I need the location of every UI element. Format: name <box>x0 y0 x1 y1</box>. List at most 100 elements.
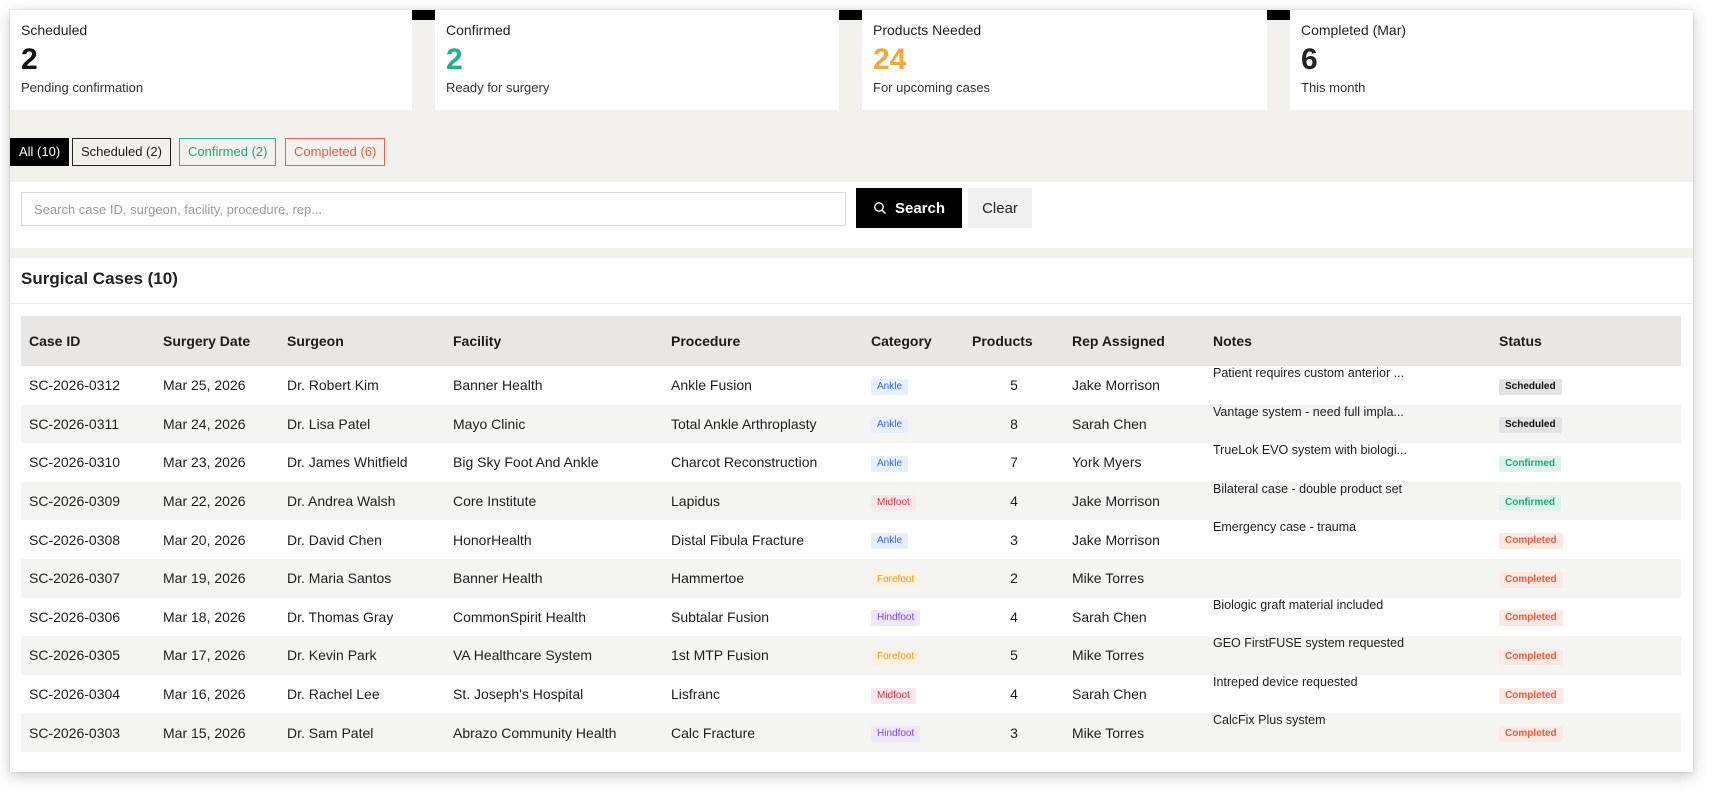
rep-cell: York Myers <box>1072 454 1142 471</box>
facility-cell: CommonSpirit Health <box>453 608 587 625</box>
category-badge: Hindfoot <box>871 610 921 627</box>
table-row[interactable]: SC-2026-0303 Mar 15, 2026 Dr. Sam Patel Abr… <box>21 713 1681 752</box>
table-row[interactable]: SC-2026-0308 Mar 20, 2026 Dr. David Chen Ho… <box>21 520 1681 559</box>
surgeon-cell: Dr. Sam Patel <box>279 713 445 752</box>
column-header-procedure[interactable]: Procedure <box>663 316 863 366</box>
category-badge: Hindfoot <box>871 726 921 743</box>
products-cell: 3 <box>1010 531 1018 548</box>
panel-title: Surgical Cases (10) <box>21 269 178 288</box>
category-cell: Forefoot <box>863 558 964 598</box>
facility-cell: St. Joseph's Hospital <box>453 686 584 703</box>
status-cell: Completed <box>1491 598 1681 637</box>
status-cell: Scheduled <box>1491 366 1681 405</box>
procedure-cell: Lisfranc <box>671 686 721 703</box>
clear-button[interactable]: Clear <box>968 188 1032 228</box>
notes-cell: Emergency case - trauma <box>1213 520 1357 535</box>
status-badge: Scheduled <box>1499 417 1562 434</box>
category-cell: Forefoot <box>863 636 964 675</box>
procedure-cell: Lapidus <box>663 481 863 521</box>
column-header-surgery-date[interactable]: Surgery Date <box>155 316 279 366</box>
stat-value: 24 <box>873 43 907 76</box>
stat-value: 2 <box>446 43 463 76</box>
table-row[interactable]: SC-2026-0304 Mar 16, 2026 Dr. Rachel Lee St… <box>21 675 1681 714</box>
status-cell: Completed <box>1491 520 1681 559</box>
stat-card-completed: Completed (Mar) 6 This month <box>1290 10 1693 110</box>
column-header-surgeon[interactable]: Surgeon <box>279 316 445 366</box>
surgery-date-cell: Mar 22, 2026 <box>155 481 279 521</box>
column-header-case-id[interactable]: Case ID <box>21 316 155 366</box>
table-row[interactable]: SC-2026-0305 Mar 17, 2026 Dr. Kevin Park VA… <box>21 636 1681 675</box>
category-badge: Ankle <box>871 417 909 434</box>
search-button[interactable]: Search <box>856 188 962 228</box>
facility-cell: Core Institute <box>445 481 663 521</box>
table-row[interactable]: SC-2026-0310 Mar 23, 2026 Dr. James Whitfi… <box>21 443 1681 482</box>
status-cell: Confirmed <box>1491 481 1681 521</box>
facility-cell: Banner Health <box>453 377 543 394</box>
category-badge: Forefoot <box>871 648 921 665</box>
surgeon-cell: Dr. Thomas Gray <box>287 608 394 625</box>
category-cell: Ankle <box>863 520 964 559</box>
column-header-rep-assigned[interactable]: Rep Assigned <box>1064 316 1205 366</box>
search-input[interactable] <box>21 192 846 226</box>
status-cell: Completed <box>1491 713 1681 752</box>
case-id-cell: SC-2026-0306 <box>29 608 121 625</box>
table-row[interactable]: SC-2026-0307 Mar 19, 2026 Dr. Maria Santos… <box>21 558 1681 598</box>
column-header-notes[interactable]: Notes <box>1205 316 1491 366</box>
category-cell: Midfoot <box>863 675 964 714</box>
category-badge: Midfoot <box>871 687 916 704</box>
column-header-status[interactable]: Status <box>1491 316 1681 366</box>
column-header-products[interactable]: Products <box>964 316 1064 366</box>
notes-cell: CalcFix Plus system <box>1205 713 1491 752</box>
products-cell: 3 <box>964 713 1064 752</box>
category-cell: Midfoot <box>863 481 964 521</box>
status-cell: Completed <box>1491 636 1681 675</box>
category-cell: Ankle <box>863 443 964 482</box>
card-gap-marker <box>1267 10 1290 20</box>
category-cell: Ankle <box>863 404 964 444</box>
table-row[interactable]: SC-2026-0306 Mar 18, 2026 Dr. Thomas Gray C… <box>21 598 1681 637</box>
table-row[interactable]: SC-2026-0311 Mar 24, 2026 Dr. Lisa Patel Ma… <box>21 404 1681 444</box>
facility-cell: HonorHealth <box>453 531 532 548</box>
status-badge: Completed <box>1499 726 1563 743</box>
surgery-date-cell: Mar 20, 2026 <box>163 531 246 548</box>
status-badge: Completed <box>1499 648 1563 665</box>
surgery-date-cell: Mar 19, 2026 <box>155 558 279 598</box>
cases-panel: Surgical Cases (10) Case ID Surgery Date… <box>10 258 1693 772</box>
products-cell: 5 <box>1010 377 1018 394</box>
rep-cell: Sarah Chen <box>1064 404 1205 444</box>
products-cell: 4 <box>1010 608 1018 625</box>
case-id-cell: SC-2026-0303 <box>21 713 155 752</box>
category-badge: Midfoot <box>871 494 916 511</box>
table-body: SC-2026-0312 Mar 25, 2026 Dr. Robert Kim Ba… <box>21 366 1681 752</box>
filter-tab-confirmed[interactable]: Confirmed (2) <box>179 138 277 166</box>
category-badge: Ankle <box>871 455 909 472</box>
facility-cell: VA Healthcare System <box>445 636 663 675</box>
status-badge: Completed <box>1499 533 1563 550</box>
table-header-row: Case ID Surgery Date Surgeon Facility Pr… <box>21 316 1681 366</box>
notes-cell: Vantage system - need full impla... <box>1205 404 1491 444</box>
status-badge: Completed <box>1499 571 1563 588</box>
divider <box>10 303 1693 304</box>
table-row[interactable]: SC-2026-0312 Mar 25, 2026 Dr. Robert Kim Ba… <box>21 366 1681 405</box>
card-gap <box>1267 20 1290 110</box>
rep-cell: Jake Morrison <box>1064 481 1205 521</box>
column-header-facility[interactable]: Facility <box>445 316 663 366</box>
procedure-cell: Charcot Reconstruction <box>671 454 818 471</box>
filter-tab-all[interactable]: All (10) <box>10 138 70 166</box>
products-cell: 5 <box>964 636 1064 675</box>
stat-label: Completed (Mar) <box>1301 22 1407 38</box>
stats-row: Scheduled 2 Pending confirmation Confirm… <box>10 10 1693 110</box>
filter-tab-scheduled[interactable]: Scheduled (2) <box>72 138 171 166</box>
facility-cell: Banner Health <box>445 558 663 598</box>
stat-card-scheduled: Scheduled 2 Pending confirmation <box>10 10 412 110</box>
case-id-cell: SC-2026-0309 <box>21 481 155 521</box>
column-header-category[interactable]: Category <box>863 316 964 366</box>
table-row[interactable]: SC-2026-0309 Mar 22, 2026 Dr. Andrea Walsh… <box>21 481 1681 521</box>
search-bar: Search Clear <box>10 182 1693 248</box>
stat-value: 2 <box>21 43 38 76</box>
procedure-cell: Subtalar Fusion <box>671 608 770 625</box>
category-badge: Ankle <box>871 378 909 395</box>
status-badge: Completed <box>1499 610 1563 627</box>
surgery-date-cell: Mar 15, 2026 <box>155 713 279 752</box>
filter-tab-completed[interactable]: Completed (6) <box>285 138 386 166</box>
